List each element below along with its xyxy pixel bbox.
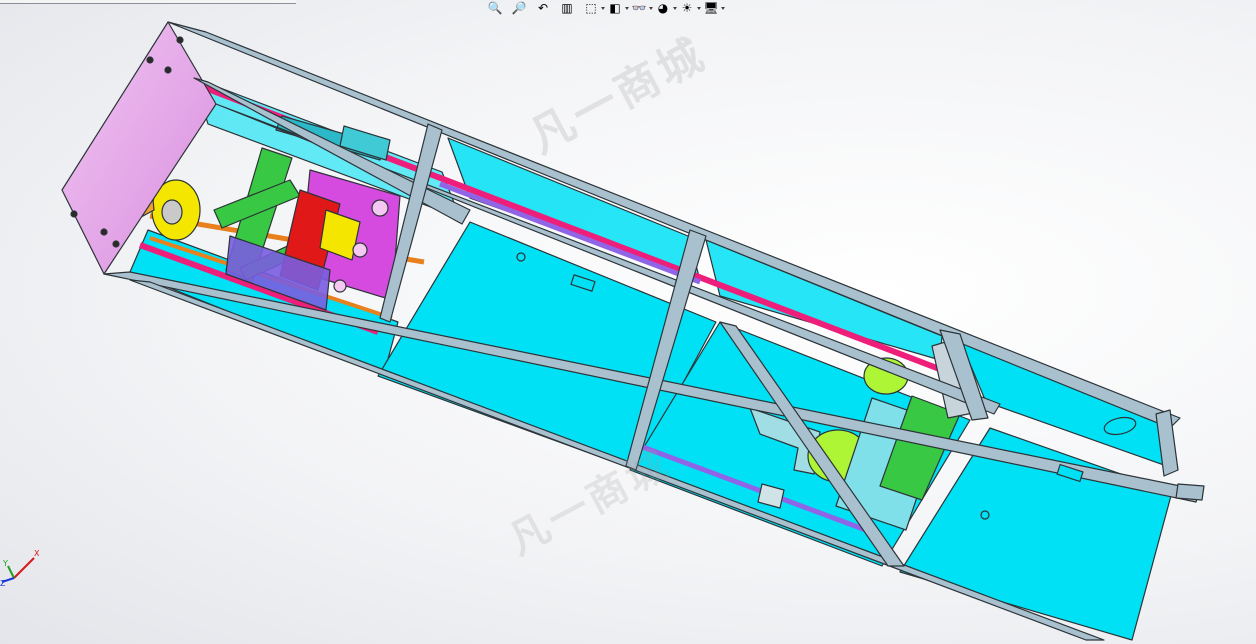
end-plate-bolt-4 — [112, 240, 120, 248]
triad-z-label: Z — [0, 579, 6, 588]
bore-hole-3 — [333, 279, 347, 293]
panel-hole-1 — [516, 252, 526, 262]
machine-assembly[interactable] — [61, 21, 1205, 641]
triad-y-label: Y — [2, 559, 8, 568]
end-plate-bolt-5 — [70, 210, 78, 218]
end-plate-bolt-2 — [164, 66, 172, 74]
end-plate-bolt-6 — [176, 36, 184, 44]
end-plate-left[interactable] — [61, 21, 217, 275]
bore-hole-1 — [371, 199, 389, 217]
graphics-area[interactable] — [0, 0, 1256, 644]
triad-y-axis — [7, 565, 15, 579]
triad-x-label: X — [34, 549, 40, 558]
drive-wheel-hub — [161, 199, 183, 225]
panel-hole-2 — [980, 510, 990, 520]
frame-end-foot[interactable] — [1175, 483, 1205, 501]
reference-triad: X Y Z — [0, 549, 40, 588]
bore-hole-2 — [352, 242, 368, 258]
end-plate-bolt-1 — [146, 56, 154, 64]
end-plate-bolt-3 — [100, 228, 108, 236]
triad-x-axis — [13, 557, 35, 579]
